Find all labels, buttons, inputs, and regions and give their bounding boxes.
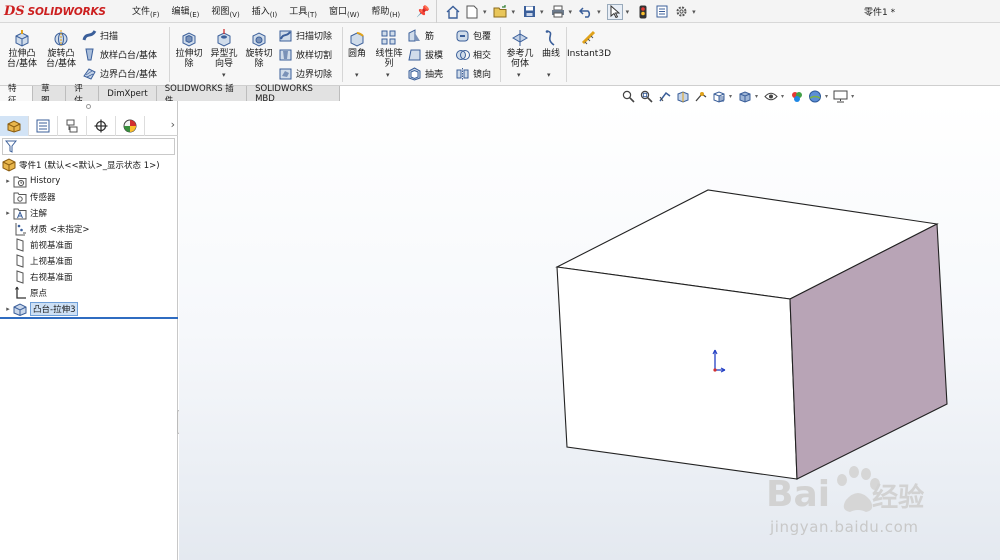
hide-show-items-icon[interactable]: [763, 89, 778, 103]
view-orientation-icon[interactable]: [711, 89, 726, 103]
zoom-to-fit-icon[interactable]: [621, 89, 636, 103]
watermark-url: jingyan.baidu.com: [770, 518, 919, 536]
cube-front-face[interactable]: [556, 266, 798, 480]
dynamic-annotation-view-icon[interactable]: [693, 89, 708, 103]
section-view-icon[interactable]: [675, 89, 690, 103]
edit-appearance-icon[interactable]: [789, 89, 804, 103]
previous-view-icon[interactable]: [657, 89, 672, 103]
display-style-icon[interactable]: [737, 89, 752, 103]
zoom-to-area-icon[interactable]: [639, 89, 654, 103]
display-style-dropdown-icon[interactable]: ▾: [755, 93, 758, 100]
apply-scene-icon[interactable]: [807, 89, 822, 103]
view-settings-dropdown-icon[interactable]: ▾: [851, 93, 854, 100]
hide-show-dropdown-icon[interactable]: ▾: [781, 93, 784, 100]
view-orientation-dropdown-icon[interactable]: ▾: [729, 93, 732, 100]
scene-dropdown-icon[interactable]: ▾: [825, 93, 828, 100]
watermark-text: Bai 经验: [766, 474, 925, 515]
view-settings-icon[interactable]: [833, 89, 848, 103]
heads-up-view-toolbar: ▾ ▾ ▾ ▾ ▾: [621, 88, 856, 104]
